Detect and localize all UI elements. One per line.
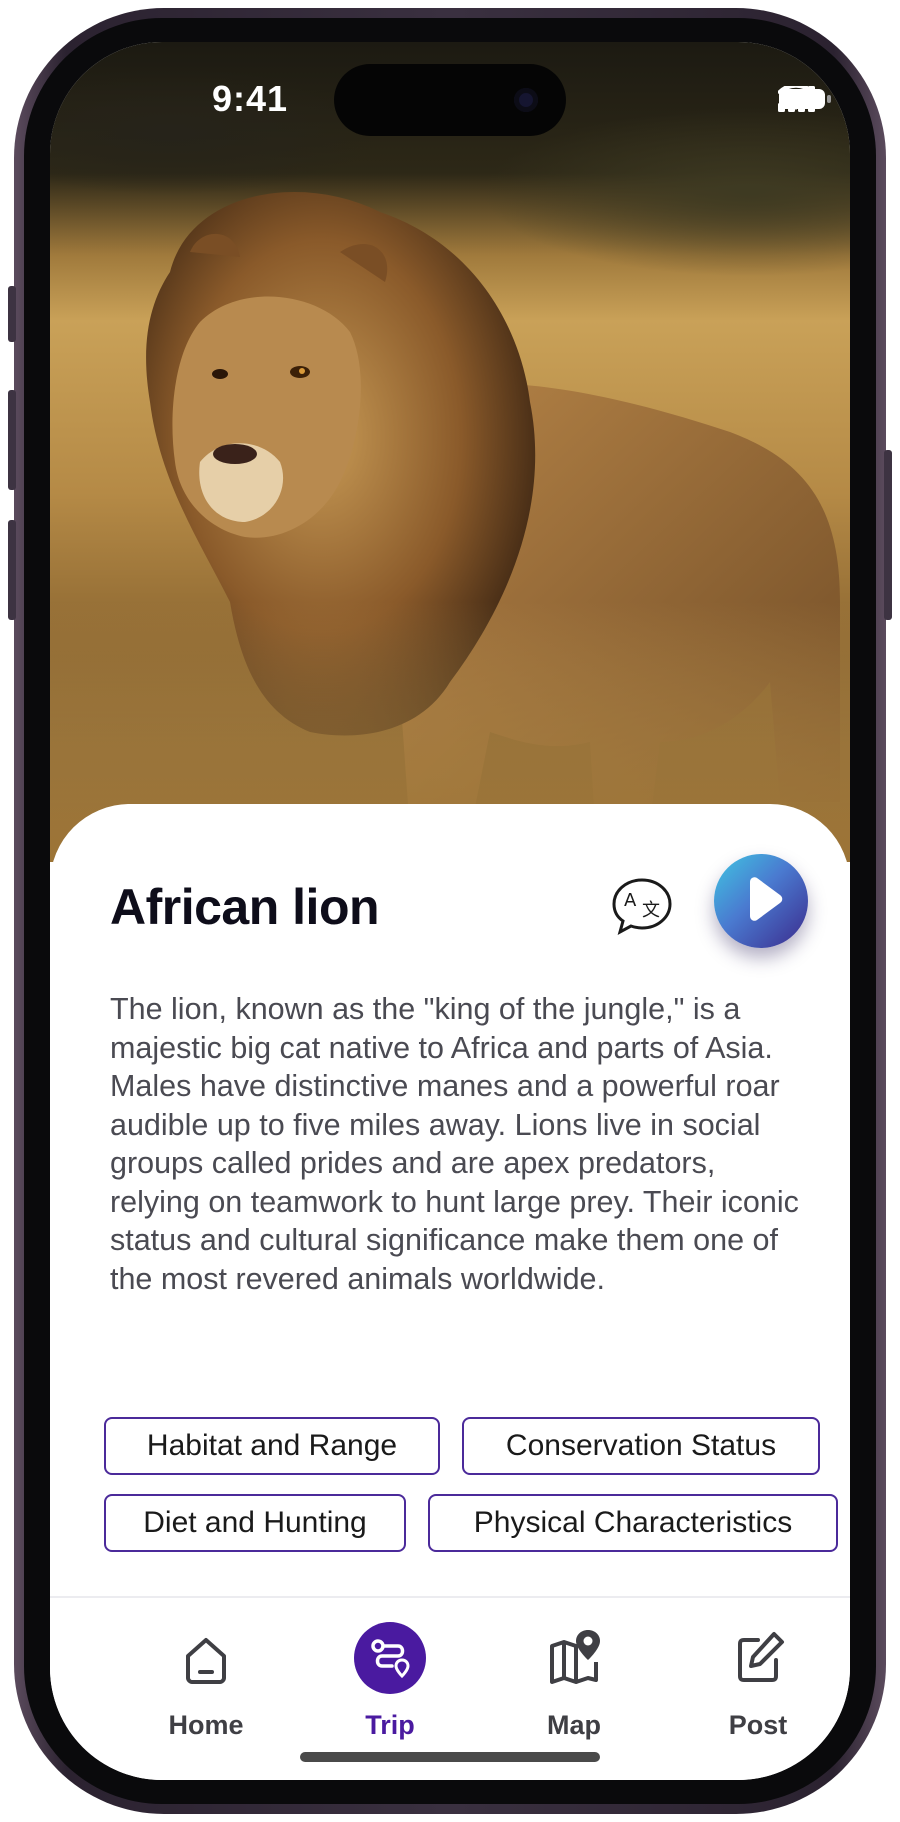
route-icon — [354, 1622, 426, 1694]
map-pin-icon — [550, 1630, 600, 1684]
edit-icon — [738, 1632, 784, 1682]
topic-chip-physical[interactable]: Physical Characteristics — [428, 1494, 838, 1552]
home-icon — [186, 1638, 226, 1684]
volume-up-button — [8, 390, 16, 490]
translate-button[interactable]: A 文 — [610, 874, 674, 938]
translate-icon: A 文 — [612, 878, 672, 936]
svg-text:文: 文 — [642, 900, 660, 921]
home-indicator[interactable] — [300, 1752, 600, 1762]
dynamic-island — [334, 64, 566, 136]
nav-tab-trip[interactable]: Trip — [310, 1622, 470, 1752]
svg-text:A: A — [624, 890, 637, 911]
nav-tab-home[interactable]: Home — [126, 1622, 286, 1752]
nav-label-home: Home — [168, 1710, 244, 1740]
lion-photo: 9:41 — [50, 42, 850, 862]
topic-chip-habitat[interactable]: Habitat and Range — [104, 1417, 440, 1475]
nav-tab-map[interactable]: Map — [494, 1622, 654, 1752]
nav-tab-post[interactable]: Post — [678, 1622, 838, 1752]
nav-label-map: Map — [547, 1710, 601, 1740]
nav-divider — [50, 1596, 850, 1598]
play-audio-button[interactable] — [714, 854, 808, 948]
animal-description: The lion, known as the "king of the jung… — [110, 992, 799, 1296]
screen: 9:41 African lion A 文 The lion, known as… — [50, 42, 850, 1780]
front-camera — [514, 88, 538, 112]
animal-title: African lion — [110, 879, 380, 935]
power-button — [884, 450, 892, 620]
topic-chip-conservation[interactable]: Conservation Status — [462, 1417, 820, 1475]
mute-switch — [8, 286, 16, 342]
nav-label-post: Post — [728, 1710, 788, 1740]
play-icon — [750, 877, 783, 921]
status-time: 9:41 — [211, 78, 289, 119]
lion-illustration — [50, 192, 850, 862]
topic-chip-diet[interactable]: Diet and Hunting — [104, 1494, 406, 1552]
volume-down-button — [8, 520, 16, 620]
nav-label-trip: Trip — [365, 1710, 415, 1740]
battery-icon — [779, 89, 831, 109]
